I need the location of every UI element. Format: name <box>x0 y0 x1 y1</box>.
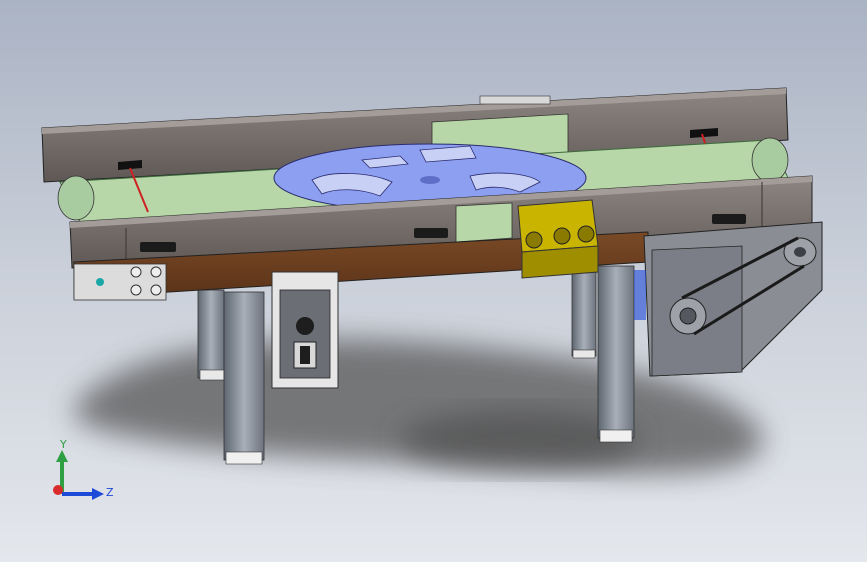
x-axis-point <box>53 485 63 495</box>
conveyor-assembly-model[interactable] <box>0 0 867 562</box>
model-viewport[interactable]: Y Z <box>0 0 867 562</box>
z-axis-label: Z <box>106 486 114 499</box>
control-box[interactable] <box>271 271 339 389</box>
view-orientation-triad[interactable]: Y Z <box>44 438 124 508</box>
y-axis-label: Y <box>59 438 67 451</box>
drive-block[interactable] <box>517 199 599 279</box>
y-axis-arrow <box>56 450 68 462</box>
motor-drive-housing[interactable] <box>634 221 823 377</box>
z-axis-arrow <box>92 488 104 500</box>
